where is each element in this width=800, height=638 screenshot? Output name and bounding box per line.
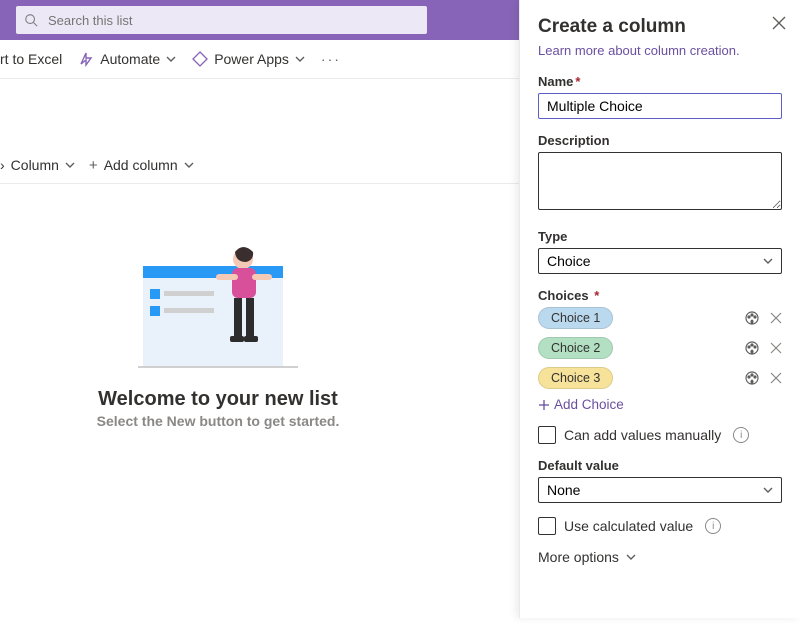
more-options-label: More options — [538, 549, 619, 565]
name-label: Name* — [538, 74, 782, 89]
choice-chip[interactable]: Choice 1 — [538, 307, 613, 329]
power-apps-button[interactable]: Power Apps — [192, 51, 305, 67]
search-icon — [24, 13, 38, 27]
search-input[interactable] — [46, 12, 419, 29]
type-label: Type — [538, 229, 782, 244]
more-commands-button[interactable]: ··· — [321, 51, 341, 67]
close-button[interactable] — [772, 16, 786, 30]
description-input[interactable] — [538, 152, 782, 210]
can-add-manual-label: Can add values manually — [564, 427, 721, 443]
choice-row: Choice 1 — [538, 307, 782, 329]
search-box[interactable] — [16, 6, 427, 34]
choice-chip[interactable]: Choice 2 — [538, 337, 613, 359]
remove-choice-icon[interactable] — [770, 312, 782, 324]
default-value-select[interactable] — [538, 477, 782, 503]
export-excel-button[interactable]: rt to Excel — [0, 51, 62, 67]
empty-state-illustration — [138, 244, 298, 374]
default-value-label: Default value — [538, 458, 782, 473]
empty-state: Welcome to your new list Select the New … — [48, 244, 388, 429]
close-icon — [772, 16, 786, 30]
calculated-value-checkbox[interactable]: Use calculated value i — [538, 517, 782, 535]
chevron-down-icon — [166, 54, 176, 64]
description-label: Description — [538, 133, 782, 148]
plus-icon: + — [89, 157, 98, 174]
power-apps-icon — [192, 51, 208, 67]
choice-chip[interactable]: Choice 3 — [538, 367, 613, 389]
type-value[interactable] — [538, 248, 782, 274]
remove-choice-icon[interactable] — [770, 372, 782, 384]
create-column-panel: Create a column Learn more about column … — [519, 0, 800, 618]
can-add-manual-checkbox[interactable]: Can add values manually i — [538, 426, 782, 444]
power-apps-label: Power Apps — [214, 51, 289, 67]
remove-choice-icon[interactable] — [770, 342, 782, 354]
learn-more-link[interactable]: Learn more about column creation. — [538, 43, 740, 58]
empty-state-title: Welcome to your new list — [48, 388, 388, 411]
automate-button[interactable]: Automate — [78, 51, 176, 67]
panel-title: Create a column — [538, 16, 782, 38]
plus-icon — [538, 399, 550, 411]
type-select[interactable] — [538, 248, 782, 274]
calculated-value-label: Use calculated value — [564, 518, 693, 534]
empty-state-subtitle: Select the New button to get started. — [48, 413, 388, 429]
add-column-button[interactable]: + Add column — [89, 157, 194, 174]
chevron-down-icon — [295, 54, 305, 64]
info-icon[interactable]: i — [705, 518, 721, 534]
choices-label: Choices * — [538, 288, 782, 303]
default-value[interactable] — [538, 477, 782, 503]
automate-icon — [78, 51, 94, 67]
add-column-label: Add column — [104, 157, 178, 173]
color-picker-icon[interactable] — [744, 370, 760, 386]
more-options-button[interactable]: More options — [538, 549, 782, 565]
column-header-label: Column — [11, 157, 59, 173]
automate-label: Automate — [100, 51, 160, 67]
choice-row: Choice 2 — [538, 337, 782, 359]
chevron-down-icon — [625, 551, 637, 563]
chevron-down-icon — [184, 160, 194, 170]
color-picker-icon[interactable] — [744, 340, 760, 356]
name-input[interactable] — [538, 93, 782, 119]
add-choice-button[interactable]: Add Choice — [538, 397, 782, 412]
color-picker-icon[interactable] — [744, 310, 760, 326]
export-excel-label: rt to Excel — [0, 51, 62, 67]
choice-row: Choice 3 — [538, 367, 782, 389]
checkbox-icon — [538, 517, 556, 535]
info-icon[interactable]: i — [733, 427, 749, 443]
chevron-down-icon — [65, 160, 75, 170]
column-header[interactable]: › Column — [0, 157, 75, 173]
checkbox-icon — [538, 426, 556, 444]
add-choice-label: Add Choice — [554, 397, 624, 412]
